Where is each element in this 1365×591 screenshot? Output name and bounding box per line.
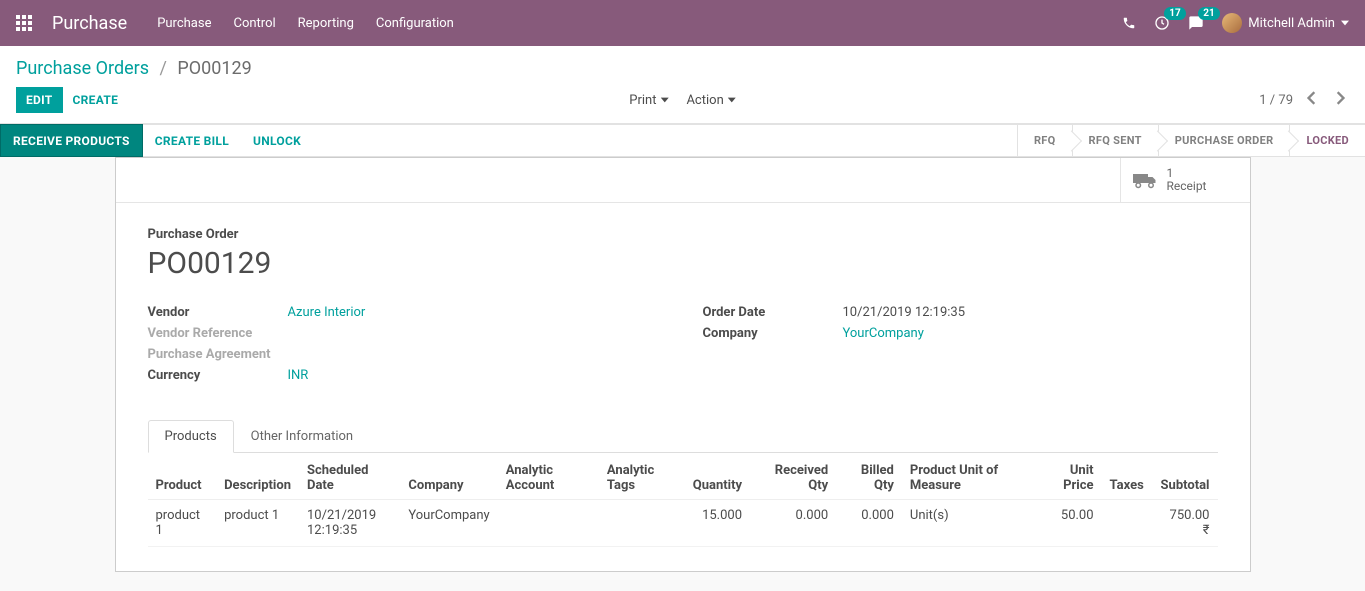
pager-text: 1 / 79 — [1259, 93, 1293, 108]
th-description[interactable]: Description — [216, 453, 299, 500]
breadcrumb-parent[interactable]: Purchase Orders — [16, 58, 149, 79]
form-scroll-area[interactable]: 1 Receipt Purchase Order PO00129 VendorA… — [0, 157, 1365, 581]
activity-icon[interactable]: 17 — [1154, 15, 1170, 31]
print-dropdown[interactable]: Print — [629, 93, 668, 108]
order-lines-table: Product Description Scheduled Date Compa… — [148, 453, 1218, 547]
cell-taxes — [1102, 500, 1152, 547]
cell-scheduled_date: 10/21/2019 12:19:35 — [299, 500, 400, 547]
tab-products[interactable]: Products — [148, 420, 234, 453]
status-step-purchase-order[interactable]: PURCHASE ORDER — [1158, 125, 1290, 156]
phone-icon[interactable] — [1122, 16, 1136, 30]
field-row: CurrencyINR — [148, 368, 663, 383]
cell-product: product 1 — [148, 500, 217, 547]
create-bill-button[interactable]: CREATE BILL — [143, 124, 241, 157]
cell-analytic_tags — [599, 500, 685, 547]
th-scheduled-date[interactable]: Scheduled Date — [299, 453, 400, 500]
unlock-button[interactable]: UNLOCK — [241, 124, 313, 157]
pager: 1 / 79 — [1259, 87, 1349, 113]
field-row: Order Date10/21/2019 12:19:35 — [703, 305, 1218, 320]
th-analytic-tags[interactable]: Analytic Tags — [599, 453, 685, 500]
messages-badge: 21 — [1198, 7, 1219, 20]
field-value[interactable]: YourCompany — [843, 326, 924, 341]
statusbar: RECEIVE PRODUCTS CREATE BILL UNLOCK RFQR… — [0, 124, 1365, 157]
app-name[interactable]: Purchase — [52, 13, 127, 34]
menu-configuration[interactable]: Configuration — [376, 16, 454, 31]
th-product[interactable]: Product — [148, 453, 217, 500]
th-received-qty[interactable]: Received Qty — [750, 453, 836, 500]
field-label: Vendor Reference — [148, 326, 288, 341]
user-menu[interactable]: Mitchell Admin — [1222, 13, 1349, 33]
field-label: Currency — [148, 368, 288, 383]
field-value: 10/21/2019 12:19:35 — [843, 305, 966, 320]
truck-icon — [1133, 171, 1157, 189]
create-button[interactable]: CREATE — [63, 87, 129, 113]
th-billed-qty[interactable]: Billed Qty — [836, 453, 902, 500]
messages-icon[interactable]: 21 — [1188, 15, 1204, 31]
caret-down-icon — [728, 96, 736, 104]
top-navbar: Purchase Purchase Control Reporting Conf… — [0, 0, 1365, 46]
th-subtotal[interactable]: Subtotal — [1152, 453, 1218, 500]
field-value[interactable]: INR — [288, 368, 309, 383]
status-step-rfq-sent[interactable]: RFQ SENT — [1072, 125, 1158, 156]
th-unit-price[interactable]: Unit Price — [1035, 453, 1102, 500]
menu-purchase[interactable]: Purchase — [157, 16, 211, 31]
breadcrumb-current: PO00129 — [177, 58, 251, 79]
cell-unit_price: 50.00 — [1035, 500, 1102, 547]
field-label: Order Date — [703, 305, 843, 320]
status-step-rfq[interactable]: RFQ — [1017, 125, 1072, 156]
menu-reporting[interactable]: Reporting — [298, 16, 354, 31]
cell-company: YourCompany — [400, 500, 497, 547]
th-uom[interactable]: Product Unit of Measure — [902, 453, 1035, 500]
field-row: CompanyYourCompany — [703, 326, 1218, 341]
record-name: PO00129 — [148, 246, 1218, 281]
cell-subtotal: 750.00 ₹ — [1152, 500, 1218, 547]
status-step-locked[interactable]: LOCKED — [1289, 125, 1365, 156]
receive-products-button[interactable]: RECEIVE PRODUCTS — [0, 124, 143, 157]
apps-icon[interactable] — [16, 15, 32, 31]
form-header-label: Purchase Order — [148, 227, 1218, 242]
field-label: Vendor — [148, 305, 288, 320]
activity-badge: 17 — [1164, 7, 1185, 20]
field-label: Company — [703, 326, 843, 341]
cell-uom: Unit(s) — [902, 500, 1035, 547]
field-row: Vendor Reference — [148, 326, 663, 341]
main-menu: Purchase Control Reporting Configuration — [157, 16, 454, 31]
tab-other-information[interactable]: Other Information — [234, 420, 370, 453]
field-value[interactable]: Azure Interior — [288, 305, 366, 320]
breadcrumb: Purchase Orders / PO00129 — [16, 58, 252, 79]
cell-billed_qty: 0.000 — [836, 500, 902, 547]
receipt-label: Receipt — [1167, 180, 1207, 193]
control-panel: Purchase Orders / PO00129 EDIT CREATE Pr… — [0, 46, 1365, 124]
cell-analytic_account — [498, 500, 599, 547]
cell-description: product 1 — [216, 500, 299, 547]
form-sheet: 1 Receipt Purchase Order PO00129 VendorA… — [115, 157, 1251, 572]
field-row: Purchase Agreement — [148, 347, 663, 362]
caret-down-icon — [660, 96, 668, 104]
breadcrumb-separator: / — [160, 58, 167, 79]
print-label: Print — [629, 93, 656, 108]
field-row: VendorAzure Interior — [148, 305, 663, 320]
caret-down-icon — [1341, 19, 1349, 27]
th-quantity[interactable]: Quantity — [685, 453, 750, 500]
receipt-stat-button[interactable]: 1 Receipt — [1120, 158, 1250, 202]
action-dropdown[interactable]: Action — [686, 93, 735, 108]
cell-received_qty: 0.000 — [750, 500, 836, 547]
cell-quantity: 15.000 — [685, 500, 750, 547]
th-taxes[interactable]: Taxes — [1102, 453, 1152, 500]
action-label: Action — [686, 93, 723, 108]
th-analytic-account[interactable]: Analytic Account — [498, 453, 599, 500]
th-company[interactable]: Company — [400, 453, 497, 500]
notebook-tabs: Products Other Information — [148, 419, 1218, 453]
edit-button[interactable]: EDIT — [16, 87, 63, 113]
avatar — [1222, 13, 1242, 33]
pager-next[interactable] — [1331, 87, 1349, 113]
field-label: Purchase Agreement — [148, 347, 288, 362]
user-name: Mitchell Admin — [1248, 16, 1335, 31]
menu-control[interactable]: Control — [233, 16, 275, 31]
pager-prev[interactable] — [1303, 87, 1321, 113]
table-row[interactable]: product 1product 110/21/2019 12:19:35You… — [148, 500, 1218, 547]
